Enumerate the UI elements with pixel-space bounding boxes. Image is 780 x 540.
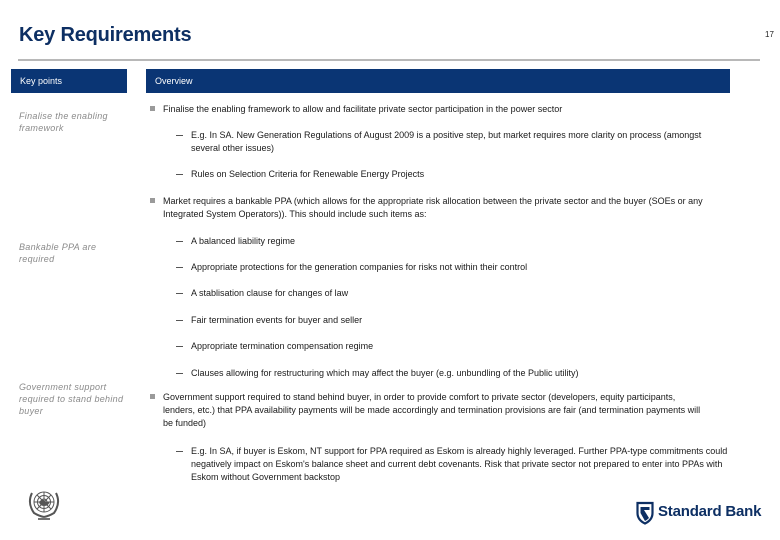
page-title: Key Requirements [19, 24, 192, 46]
un-emblem-icon [24, 485, 64, 523]
sub-item-text: Rules on Selection Criteria for Renewabl… [191, 169, 425, 179]
dash-icon [176, 135, 183, 136]
standard-bank-shield-icon [636, 501, 654, 525]
dash-icon [176, 267, 183, 268]
sub-item-text: A stablisation clause for changes of law [191, 288, 349, 298]
sub-item-text: E.g. In SA, if buyer is Eskom, NT suppor… [191, 446, 728, 482]
sub-item-text: Appropriate termination compensation reg… [191, 341, 374, 351]
overview-header: Overview [146, 69, 730, 93]
key-points-header: Key points [11, 69, 127, 93]
bullet-text: Market requires a bankable PPA (which al… [163, 196, 703, 219]
brand-name: Standard Bank [658, 503, 762, 520]
square-bullet-icon [150, 198, 155, 203]
bullet-text: Finalise the enabling framework to allow… [163, 104, 563, 114]
dash-icon [176, 373, 183, 374]
bullet-text: Government support required to stand beh… [163, 392, 701, 428]
sub-item-text: Fair termination events for buyer and se… [191, 315, 363, 325]
standard-bank-logo: Standard Bank [636, 501, 761, 527]
title-divider [18, 59, 760, 61]
dash-icon [176, 346, 183, 347]
square-bullet-icon [150, 394, 155, 399]
dash-icon [176, 451, 183, 452]
dash-icon [176, 293, 183, 294]
sub-item-text: E.g. In SA. New Generation Regulations o… [191, 130, 702, 153]
sub-item-text: A balanced liability regime [191, 236, 296, 246]
sub-item-text: Appropriate protections for the generati… [191, 262, 528, 272]
dash-icon [176, 241, 183, 242]
key-point-framework: Finalise the enabling framework [19, 111, 108, 133]
square-bullet-icon [150, 106, 155, 111]
key-point-government-support: Government support required to stand beh… [19, 382, 124, 416]
key-point-bankable-ppa: Bankable PPA are required [19, 242, 97, 264]
dash-icon [176, 320, 183, 321]
page-number: 17 [765, 30, 774, 39]
sub-item-text: Clauses allowing for restructuring which… [191, 368, 579, 378]
dash-icon [176, 174, 183, 175]
